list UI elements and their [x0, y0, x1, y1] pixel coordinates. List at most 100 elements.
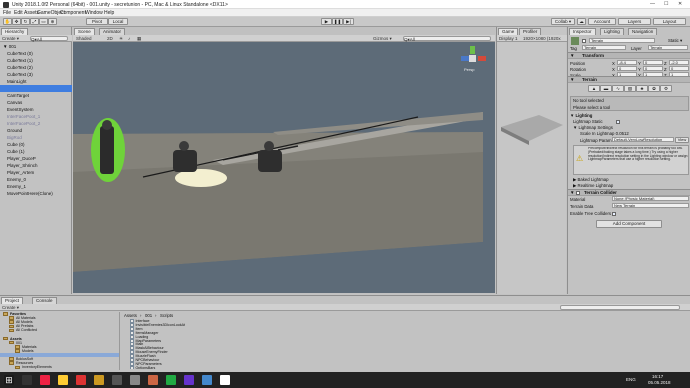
language-indicator[interactable]: ENG: [626, 377, 636, 382]
hierarchy-item[interactable]: CubeText (1): [0, 57, 72, 64]
collab-button[interactable]: Collab ▾: [551, 18, 575, 25]
hierarchy-item[interactable]: Player_DuceP: [0, 155, 72, 162]
app-icon-6[interactable]: [112, 375, 122, 385]
scale-tool-button[interactable]: ⤢: [30, 18, 39, 25]
hand-tool-button[interactable]: ✋: [3, 18, 12, 25]
move-tool-button[interactable]: ✥: [12, 18, 21, 25]
scene-search-input[interactable]: Q▾All: [403, 36, 491, 42]
project-search-input[interactable]: [560, 305, 680, 310]
resolution-dropdown[interactable]: 1920×1080 (1920x: [523, 36, 561, 41]
local-button[interactable]: Local: [108, 18, 128, 25]
hierarchy-item[interactable]: InterFacePoot_2: [0, 120, 72, 127]
display-dropdown[interactable]: Display 1: [499, 36, 518, 41]
cloud-icon[interactable]: ☁: [577, 18, 586, 25]
play-button[interactable]: ▶: [321, 18, 332, 25]
script-file-item[interactable]: OptionsBars: [130, 365, 155, 369]
tab-profiler[interactable]: Profiler: [519, 28, 542, 35]
rotate-tool-button[interactable]: ↻: [21, 18, 30, 25]
smooth-tool-button[interactable]: ∿: [612, 85, 624, 92]
transform-header[interactable]: ▼ Transform: [568, 52, 690, 59]
hierarchy-item[interactable]: CubeText (0): [0, 50, 72, 57]
tag-dropdown[interactable]: Terrain: [582, 45, 626, 50]
tree-tool-button[interactable]: ♣: [636, 85, 648, 92]
hierarchy-item[interactable]: Cube (1): [0, 148, 72, 155]
app-icon-3[interactable]: [58, 375, 68, 385]
terrain-header[interactable]: ▼ Terrain: [568, 76, 690, 83]
app-icon-2[interactable]: [40, 375, 50, 385]
tab-navigation[interactable]: Navigation: [628, 28, 658, 35]
project-tree-item[interactable]: InventoryElements: [0, 365, 119, 369]
pause-button[interactable]: ❚❚: [332, 18, 343, 25]
tab-scene[interactable]: Scene: [74, 28, 95, 35]
tab-inspector[interactable]: Inspector: [569, 28, 596, 35]
app-icon-1[interactable]: [22, 375, 32, 385]
2d-toggle[interactable]: 2D: [107, 36, 113, 41]
rect-tool-button[interactable]: ▭: [39, 18, 48, 25]
pivot-button[interactable]: Pivot: [86, 18, 108, 25]
hierarchy-item[interactable]: CamTarget: [0, 92, 72, 99]
clock-time[interactable]: 16:17: [652, 374, 663, 379]
detail-tool-button[interactable]: ✿: [648, 85, 660, 92]
paint-texture-button[interactable]: ▧: [624, 85, 636, 92]
hierarchy-item[interactable]: Ground: [0, 127, 72, 134]
step-button[interactable]: ▶|: [343, 18, 354, 25]
layers-button[interactable]: Layers: [618, 18, 651, 25]
lighting-section[interactable]: ▼ Lighting: [570, 113, 592, 118]
maximize-icon[interactable]: ☐: [664, 1, 668, 7]
hierarchy-item[interactable]: MainLight: [0, 78, 72, 85]
transform-position-x-field[interactable]: -8.4: [617, 60, 637, 65]
tab-hierarchy[interactable]: Hierarchy: [1, 28, 29, 35]
raise-tool-button[interactable]: ▲: [588, 85, 600, 92]
lightmap-params-dropdown[interactable]: Default-VeryLowResolution: [612, 137, 674, 142]
layout-button[interactable]: Layout: [653, 18, 686, 25]
hierarchy-item[interactable]: Player_Shrinch: [0, 162, 72, 169]
app-icon-11[interactable]: [202, 375, 212, 385]
app-icon-9[interactable]: [166, 375, 176, 385]
minimize-icon[interactable]: —: [650, 1, 655, 7]
scene-viewport[interactable]: Persp: [73, 42, 495, 293]
app-icon-7[interactable]: [130, 375, 140, 385]
hierarchy-item[interactable]: Canvas: [0, 99, 72, 106]
static-dropdown[interactable]: Static ▾: [668, 38, 682, 44]
hierarchy-item[interactable]: CubeText (2): [0, 64, 72, 71]
view-button[interactable]: View: [675, 137, 689, 143]
hierarchy-item[interactable]: ▼ 001: [0, 43, 72, 50]
terrain-collider-header[interactable]: ▼ Terrain Collider: [568, 189, 690, 196]
object-active-checkbox[interactable]: [582, 38, 587, 44]
app-icon-4[interactable]: [76, 375, 86, 385]
menu-help[interactable]: Help: [104, 10, 114, 16]
hierarchy-item[interactable]: MovePointHere(Clone): [0, 190, 72, 197]
hierarchy-item[interactable]: EventSystem: [0, 106, 72, 113]
transform-position-y-field[interactable]: 0: [643, 60, 663, 65]
start-icon[interactable]: ⊞: [4, 375, 14, 385]
hierarchy-item[interactable]: Enemy_1: [0, 183, 72, 190]
close-icon[interactable]: ✕: [678, 1, 682, 7]
add-component-button[interactable]: Add Component: [596, 220, 662, 228]
menu-edit[interactable]: Edit: [14, 10, 23, 16]
menu-component[interactable]: Component: [60, 10, 86, 16]
material-field[interactable]: None (Physic Material): [612, 196, 689, 201]
hierarchy-item[interactable]: InterFacePoot_1: [0, 113, 72, 120]
menu-window[interactable]: Window: [85, 10, 103, 16]
settings-tool-button[interactable]: ⚙: [660, 85, 672, 92]
menu-file[interactable]: File: [3, 10, 11, 16]
unity-app-icon[interactable]: [220, 375, 230, 385]
tab-animator[interactable]: Animator: [99, 28, 126, 35]
hierarchy-create-button[interactable]: Create ▾: [2, 36, 19, 42]
hierarchy-item[interactable]: CubeText (3): [0, 71, 72, 78]
transform-position-z-field[interactable]: -2.0: [669, 60, 689, 65]
transform-tool-button[interactable]: ⊕: [48, 18, 57, 25]
transform-rotation-z-field[interactable]: 0: [669, 66, 689, 71]
hierarchy-item[interactable]: Player_Artem: [0, 169, 72, 176]
hierarchy-search-input[interactable]: Q▾All: [30, 36, 68, 42]
app-icon-10[interactable]: [184, 375, 194, 385]
object-name-field[interactable]: Terrain: [589, 38, 655, 43]
project-create-button[interactable]: Create ▾: [2, 305, 19, 311]
app-icon-5[interactable]: [94, 375, 104, 385]
layer-dropdown[interactable]: Terrain: [648, 45, 688, 50]
tree-colliders-checkbox[interactable]: [612, 211, 617, 217]
audio-toggle-icon[interactable]: ♪: [128, 36, 130, 41]
hierarchy-item[interactable]: Enemy_0: [0, 176, 72, 183]
transform-rotation-y-field[interactable]: 0: [643, 66, 663, 71]
hierarchy-item[interactable]: [0, 85, 72, 92]
